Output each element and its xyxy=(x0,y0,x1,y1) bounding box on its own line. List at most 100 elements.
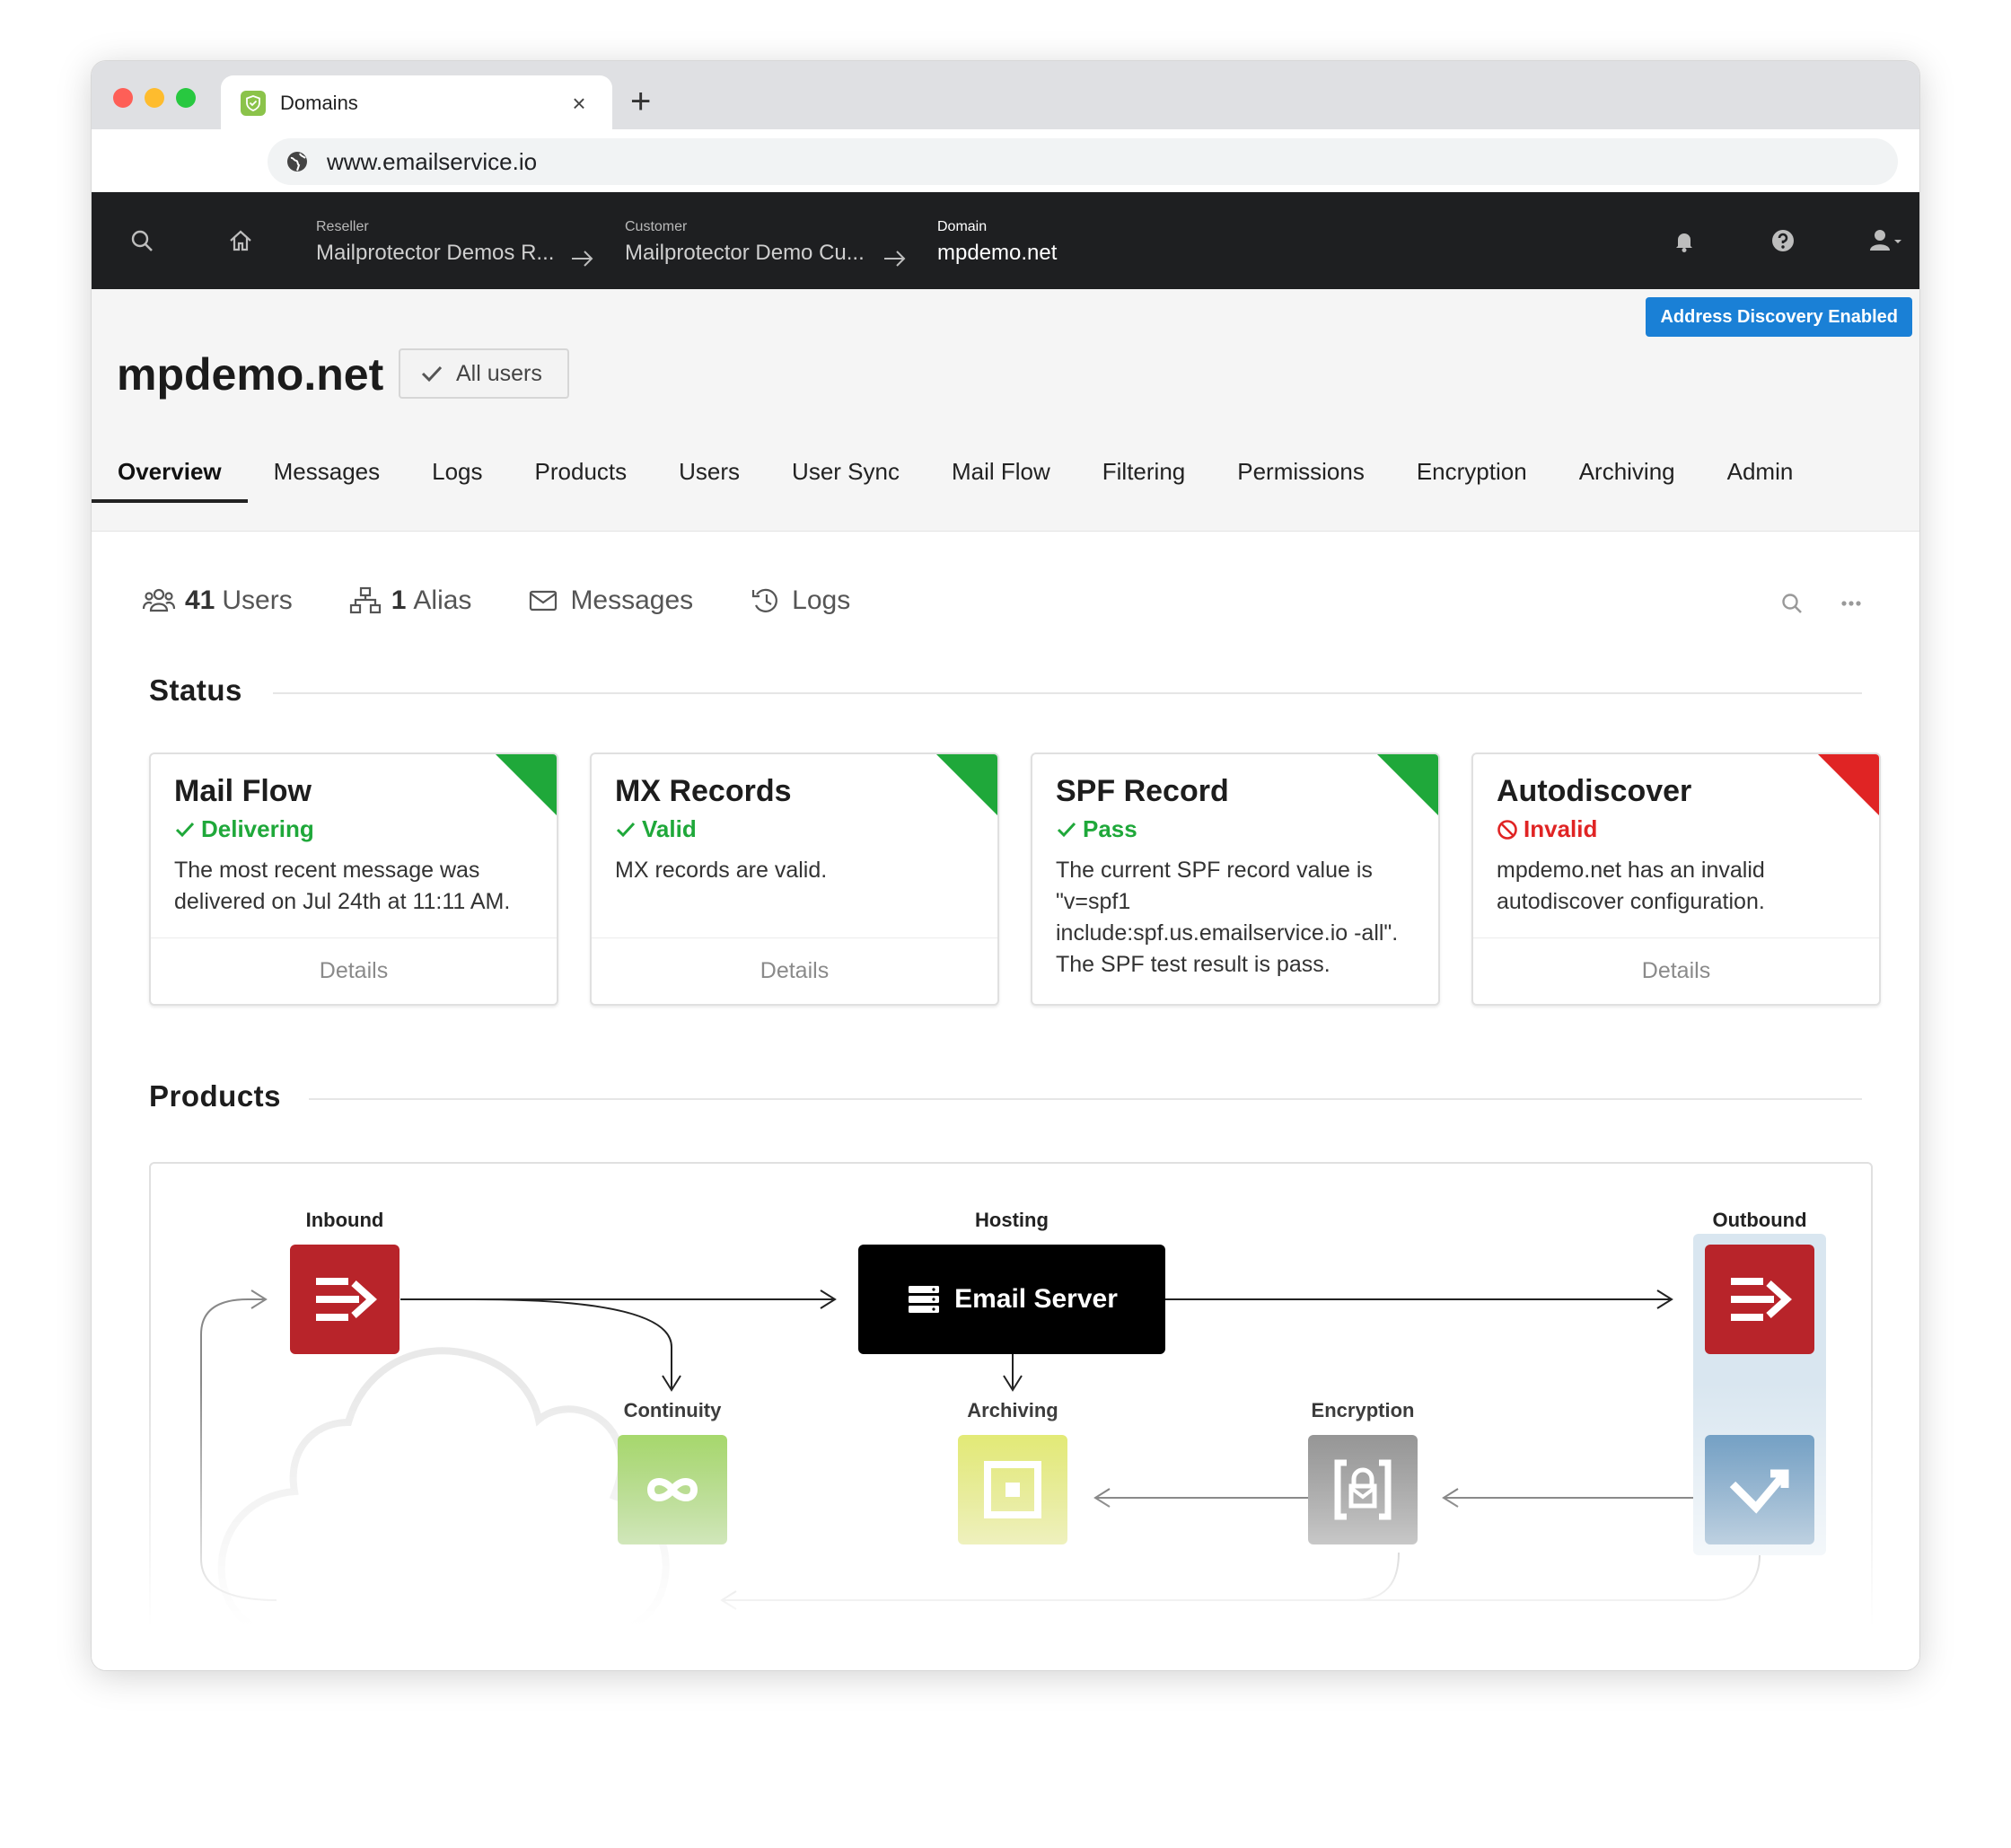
card-description: mpdemo.net has an invalid autodiscover c… xyxy=(1497,858,1765,914)
tab-filtering[interactable]: Filtering xyxy=(1076,449,1211,503)
status-divider xyxy=(273,692,1862,694)
inbound-arrow-icon xyxy=(316,1278,377,1321)
breadcrumb-reseller[interactable]: Reseller Mailprotector Demos R... xyxy=(316,219,554,266)
maximize-window-button[interactable] xyxy=(176,88,196,108)
all-users-button[interactable]: All users xyxy=(399,348,569,399)
email-server-tile[interactable]: Email Server xyxy=(858,1245,1165,1354)
hosting-label: Hosting xyxy=(975,1209,1049,1231)
check-icon xyxy=(616,822,636,837)
status-card-spf-record[interactable]: SPF Record Pass The current SPF record v… xyxy=(1031,752,1440,1006)
alias-link[interactable]: 1 Alias xyxy=(348,585,472,616)
status-heading: Status xyxy=(149,673,242,707)
alias-label: Alias xyxy=(413,585,472,615)
address-discovery-badge[interactable]: Address Discovery Enabled xyxy=(1646,297,1912,337)
card-details-link[interactable]: Details xyxy=(1473,937,1879,1004)
breadcrumb-value: Mailprotector Demos R... xyxy=(316,241,555,265)
card-title: Autodiscover xyxy=(1497,774,1692,808)
encryption-tile[interactable] xyxy=(1308,1435,1418,1544)
continuity-tile[interactable] xyxy=(618,1435,727,1544)
inbound-tile[interactable] xyxy=(290,1245,400,1354)
archiving-label: Archiving xyxy=(967,1399,1058,1421)
tab-close-icon[interactable]: × xyxy=(566,90,593,118)
tab-logs[interactable]: Logs xyxy=(406,449,508,503)
products-diagram: Inbound Hosting Email Server Outbound Co… xyxy=(149,1162,1873,1670)
infinity-icon xyxy=(646,1478,698,1501)
card-title: SPF Record xyxy=(1056,774,1229,808)
status-card-autodiscover[interactable]: Autodiscover Invalid mpdemo.net has an i… xyxy=(1471,752,1881,1006)
domain-header: Address Discovery Enabled mpdemo.net All… xyxy=(92,289,1919,532)
tab-mail-flow[interactable]: Mail Flow xyxy=(926,449,1076,503)
status-card-mx-records[interactable]: MX Records Valid MX records are valid. D… xyxy=(590,752,999,1006)
ellipsis-icon[interactable] xyxy=(1833,585,1869,621)
tab-permissions[interactable]: Permissions xyxy=(1211,449,1391,503)
breadcrumb-arrow-icon xyxy=(884,251,906,267)
browser-window: Domains × + www.emailservice.io Reseller… xyxy=(92,61,1919,1670)
tab-messages[interactable]: Messages xyxy=(248,449,407,503)
card-description: The current SPF record value is "v=spf1 … xyxy=(1056,858,1399,977)
server-icon xyxy=(909,1286,940,1313)
tab-user-sync[interactable]: User Sync xyxy=(766,449,926,503)
browser-tab[interactable]: Domains × xyxy=(221,75,612,131)
status-corner-ok xyxy=(496,754,557,815)
tab-admin[interactable]: Admin xyxy=(1701,449,1820,503)
minimize-window-button[interactable] xyxy=(145,88,164,108)
status-card-mail-flow[interactable]: Mail Flow Delivering The most recent mes… xyxy=(149,752,558,1006)
url-bar[interactable]: www.emailservice.io xyxy=(268,138,1898,185)
card-status-text: Delivering xyxy=(201,815,314,842)
sitemap-icon xyxy=(349,586,381,614)
card-status: Valid xyxy=(615,815,697,843)
outbound-tile[interactable] xyxy=(1705,1245,1814,1354)
ban-icon xyxy=(1497,819,1517,840)
card-status: Delivering xyxy=(174,815,314,843)
logs-label: Logs xyxy=(792,585,851,615)
lock-envelope-icon xyxy=(1334,1459,1392,1520)
logs-link[interactable]: Logs xyxy=(749,585,850,616)
messages-link[interactable]: Messages xyxy=(527,585,693,616)
domain-tabs: Overview Messages Logs Products Users Us… xyxy=(92,449,1819,503)
history-icon xyxy=(752,588,778,612)
card-status: Invalid xyxy=(1497,815,1597,843)
tab-encryption[interactable]: Encryption xyxy=(1391,449,1553,503)
products-heading: Products xyxy=(149,1079,282,1113)
users-link[interactable]: 41 Users xyxy=(142,585,293,616)
breadcrumb-arrow-icon xyxy=(572,251,593,267)
tab-products[interactable]: Products xyxy=(509,449,654,503)
alias-count: 1 xyxy=(391,585,407,615)
card-description: The most recent message was delivered on… xyxy=(174,858,511,914)
email-server-label: Email Server xyxy=(954,1284,1118,1314)
card-status: Pass xyxy=(1056,815,1137,843)
tab-title: Domains xyxy=(280,92,358,114)
card-details-link[interactable]: Details xyxy=(151,937,557,1004)
browser-titlebar: Domains × + xyxy=(92,61,1919,131)
breadcrumb-label: Reseller xyxy=(316,219,369,234)
card-status-text: Valid xyxy=(642,815,697,842)
page-title: mpdemo.net xyxy=(117,349,384,400)
card-details-link[interactable]: Details xyxy=(592,937,997,1004)
breadcrumb-domain[interactable]: Domain mpdemo.net xyxy=(937,219,1057,266)
all-users-label: All users xyxy=(456,360,542,386)
archiving-tile[interactable] xyxy=(958,1435,1067,1544)
user-icon[interactable] xyxy=(1862,223,1909,259)
tab-users[interactable]: Users xyxy=(653,449,766,503)
outbound-check-tile[interactable] xyxy=(1705,1435,1814,1544)
products-divider xyxy=(309,1098,1862,1100)
breadcrumb-value: mpdemo.net xyxy=(937,241,1058,265)
status-corner-error xyxy=(1818,754,1879,815)
outbound-arrow-icon xyxy=(1731,1278,1792,1321)
overview-content: 41 Users 1 Alias Messages Logs Status Ma… xyxy=(92,532,1919,1670)
shield-favicon-icon xyxy=(241,91,266,116)
tab-archiving[interactable]: Archiving xyxy=(1553,449,1701,503)
bell-icon[interactable] xyxy=(1666,223,1702,259)
breadcrumb-label: Customer xyxy=(625,219,688,234)
tab-overview[interactable]: Overview xyxy=(92,449,248,503)
close-window-button[interactable] xyxy=(113,88,133,108)
search-icon[interactable] xyxy=(1774,585,1810,621)
breadcrumb-customer[interactable]: Customer Mailprotector Demo Cu... xyxy=(625,219,865,266)
home-icon[interactable] xyxy=(223,223,259,259)
quick-links: 41 Users 1 Alias Messages Logs xyxy=(142,585,906,616)
search-icon[interactable] xyxy=(124,223,160,259)
card-status-text: Invalid xyxy=(1524,815,1598,842)
help-icon[interactable] xyxy=(1765,223,1801,259)
new-tab-button[interactable]: + xyxy=(630,79,651,124)
inbound-label: Inbound xyxy=(305,1209,384,1231)
